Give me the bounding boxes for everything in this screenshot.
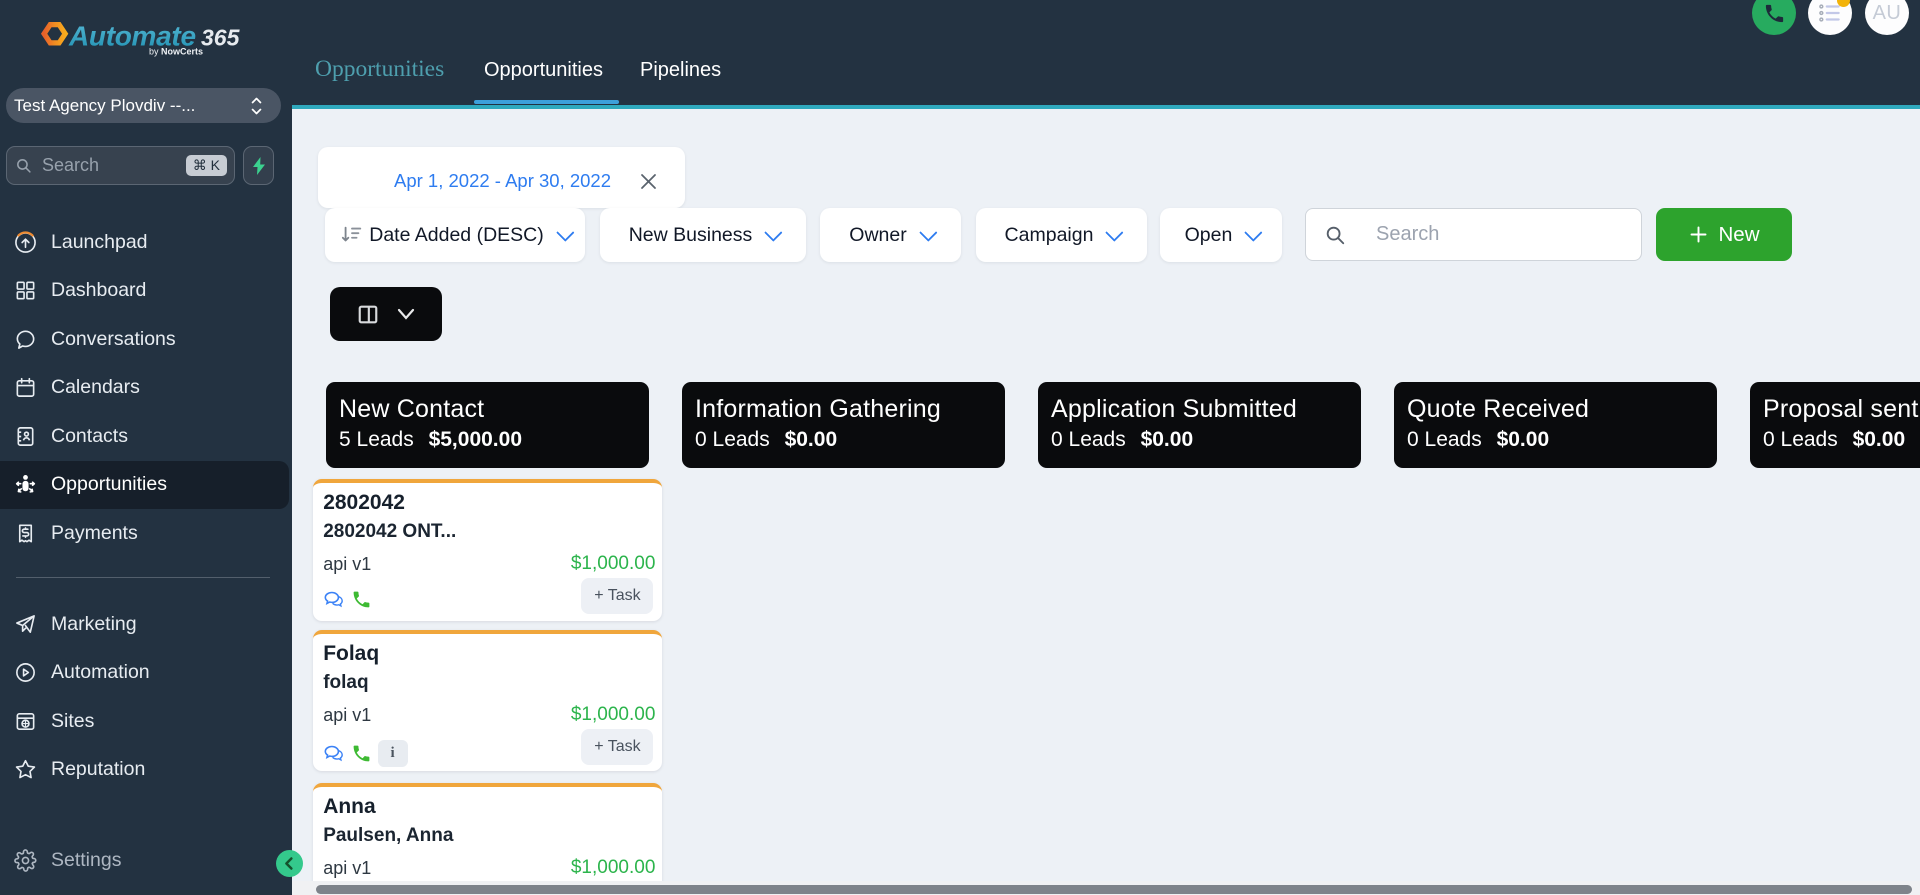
svg-text:by NowCerts: by NowCerts (149, 47, 203, 57)
svg-text:365: 365 (201, 25, 241, 51)
